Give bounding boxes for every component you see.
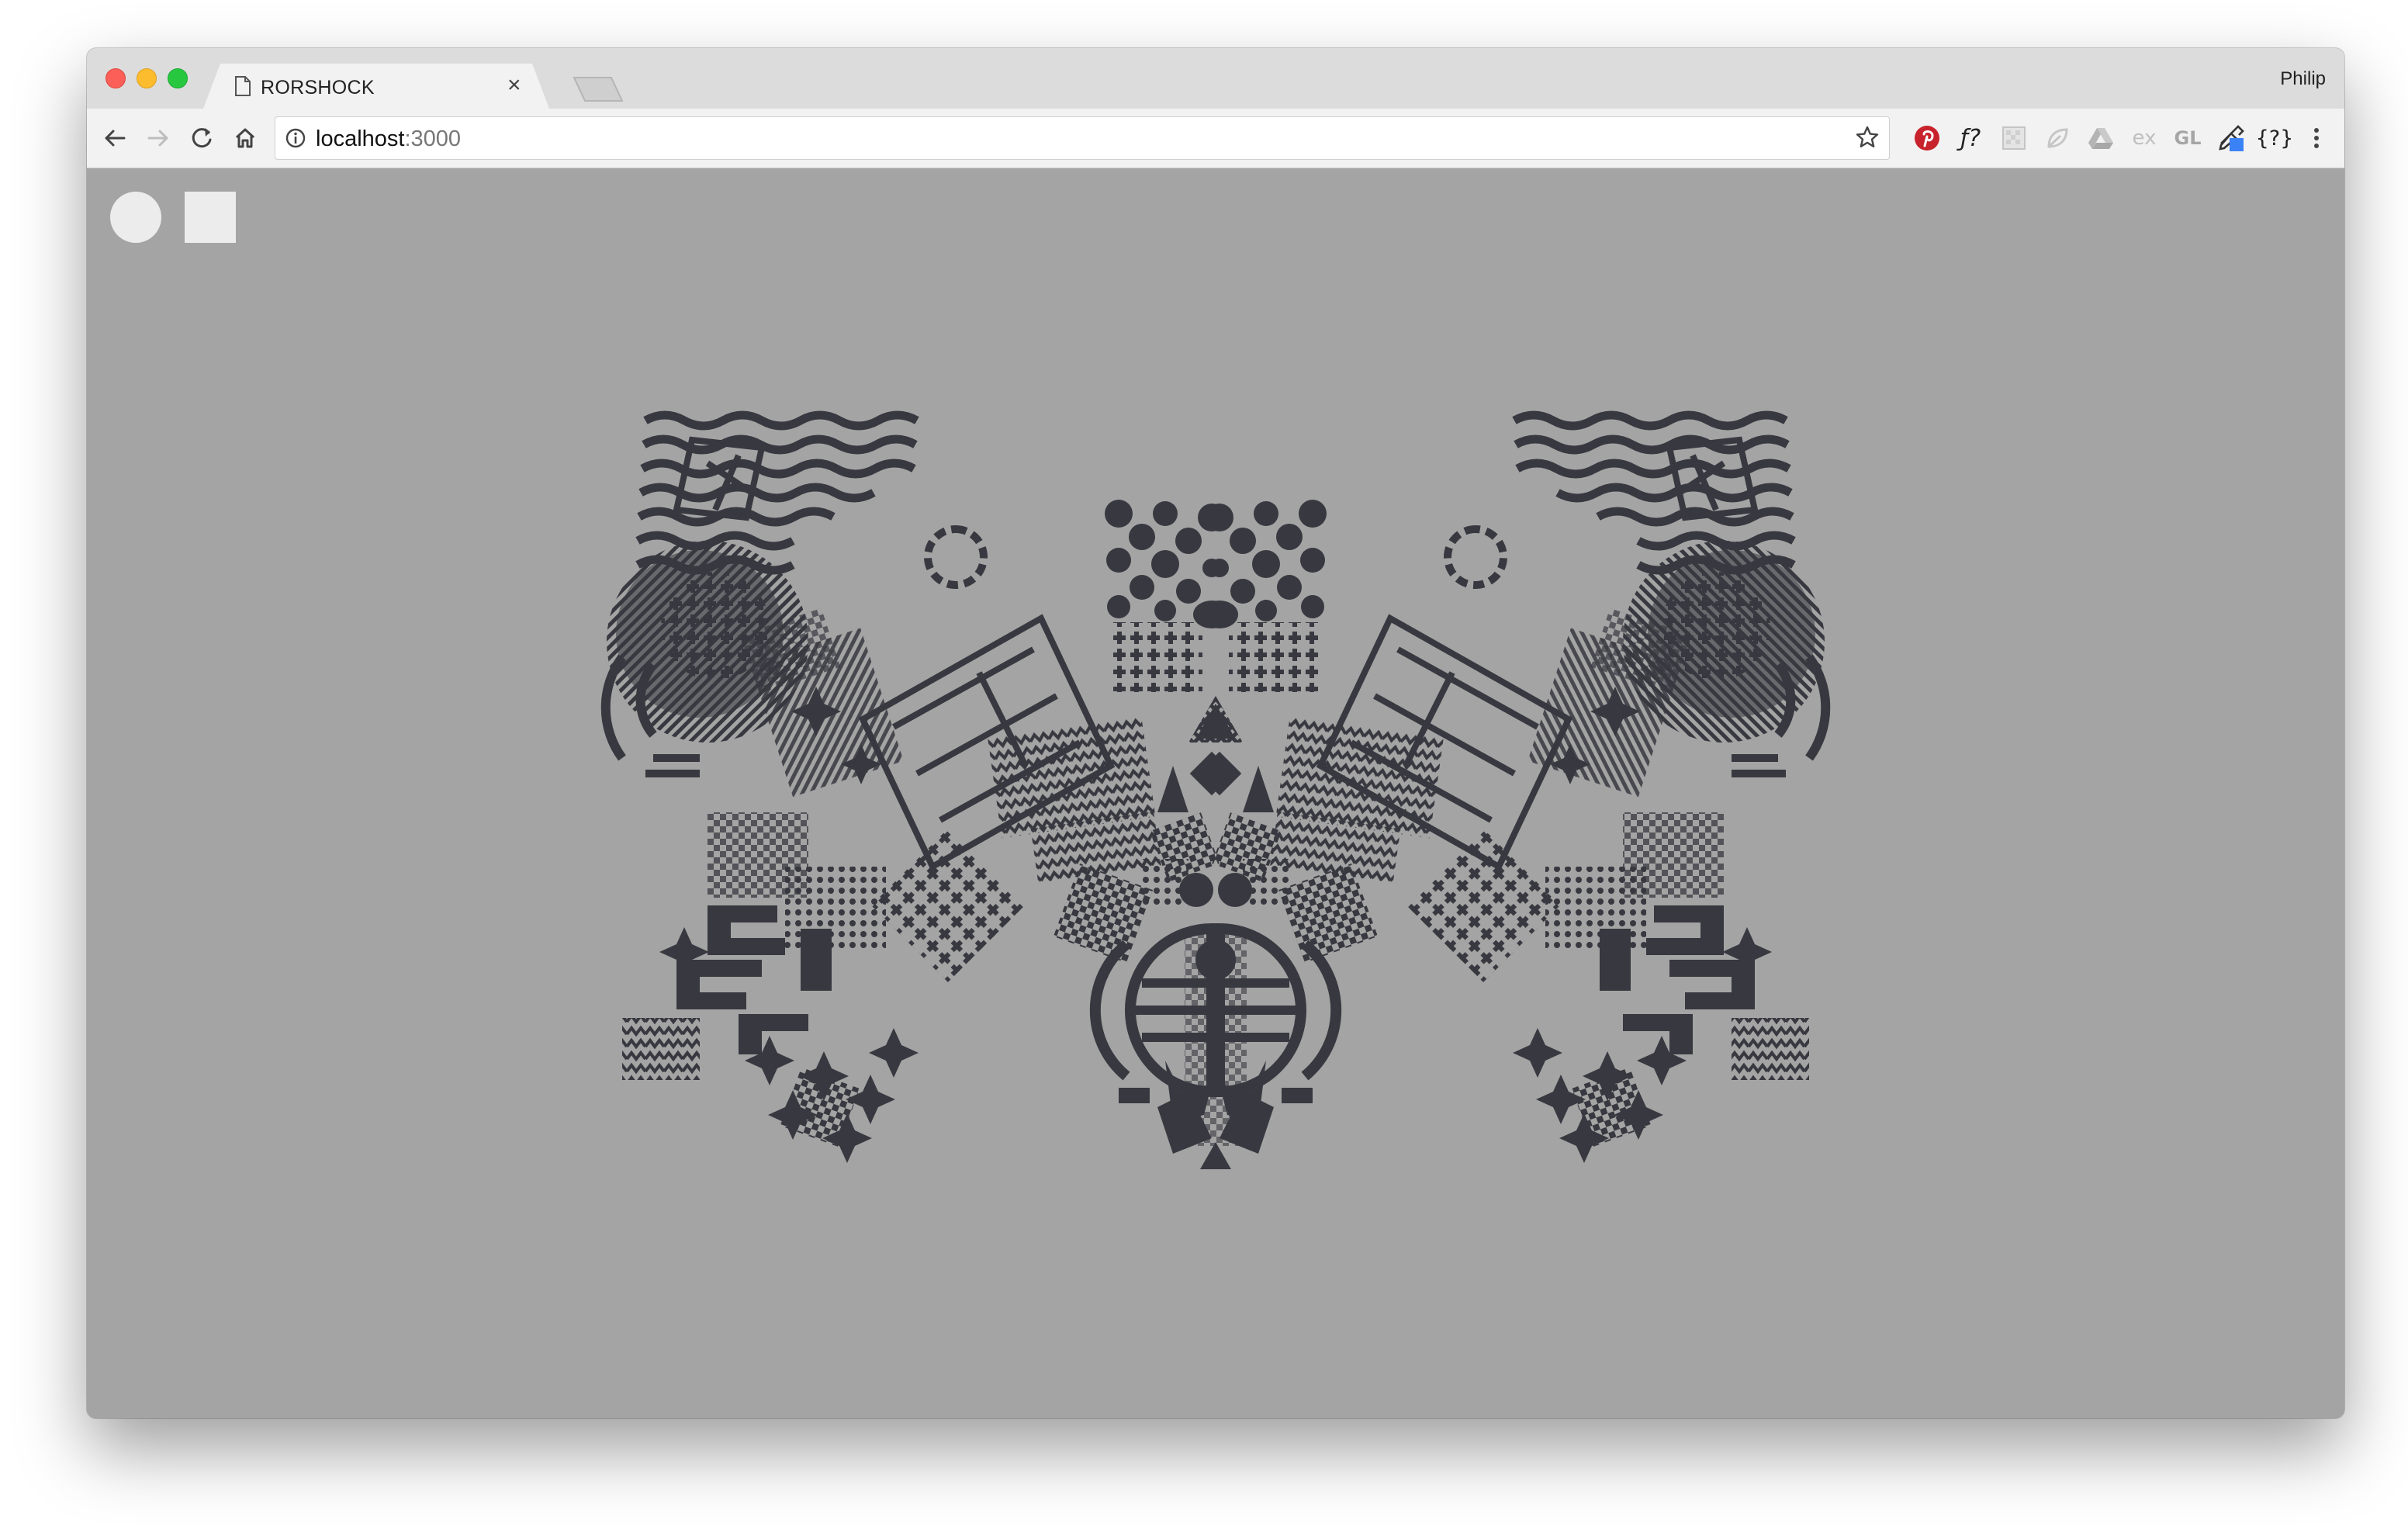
tab-close-icon[interactable]: × — [507, 74, 521, 97]
bookmark-star-icon[interactable] — [1855, 125, 1880, 150]
reload-icon[interactable] — [185, 121, 219, 155]
browser-toolbar: localhost:3000 ƒ? ex GL {?} — [87, 109, 2344, 168]
url-host: localhost — [316, 126, 405, 151]
window-minimize-button[interactable] — [137, 68, 157, 88]
forward-arrow-icon[interactable] — [141, 121, 175, 155]
url-port: :3000 — [404, 126, 462, 151]
json-extension-icon[interactable]: {?} — [2256, 119, 2294, 157]
url-text: localhost:3000 — [316, 126, 461, 152]
leaf-extension-icon[interactable] — [2039, 119, 2076, 157]
gl-extension-icon[interactable]: GL — [2169, 119, 2206, 157]
pinterest-icon[interactable] — [1908, 119, 1946, 157]
tab-title: RORSHOCK — [261, 77, 375, 99]
document-icon — [235, 76, 251, 96]
font-identifier-icon[interactable]: ƒ? — [1952, 119, 1989, 157]
window-close-button[interactable] — [106, 68, 126, 88]
eyedropper-extension-icon[interactable] — [2213, 119, 2250, 157]
rorschach-artwork — [87, 168, 2344, 1169]
back-arrow-icon[interactable] — [98, 121, 132, 155]
browser-tab[interactable]: RORSHOCK × — [203, 64, 549, 109]
new-tab-button[interactable] — [573, 76, 624, 102]
home-icon[interactable] — [228, 121, 262, 155]
menu-dots-icon[interactable] — [2299, 121, 2334, 155]
pattern-extension-icon[interactable] — [1995, 119, 2033, 157]
window-maximize-button[interactable] — [168, 68, 188, 88]
site-info-icon[interactable] — [285, 127, 306, 149]
tab-strip: RORSHOCK × Philip — [87, 48, 2344, 109]
profile-name[interactable]: Philip — [2280, 68, 2326, 90]
page-canvas — [87, 168, 2344, 1418]
ex-extension-icon[interactable]: ex — [2126, 119, 2163, 157]
browser-window: RORSHOCK × Philip localhost:3000 ƒ? ex G… — [87, 48, 2344, 1418]
drive-extension-icon[interactable] — [2082, 119, 2119, 157]
address-bar[interactable]: localhost:3000 — [275, 116, 1890, 160]
